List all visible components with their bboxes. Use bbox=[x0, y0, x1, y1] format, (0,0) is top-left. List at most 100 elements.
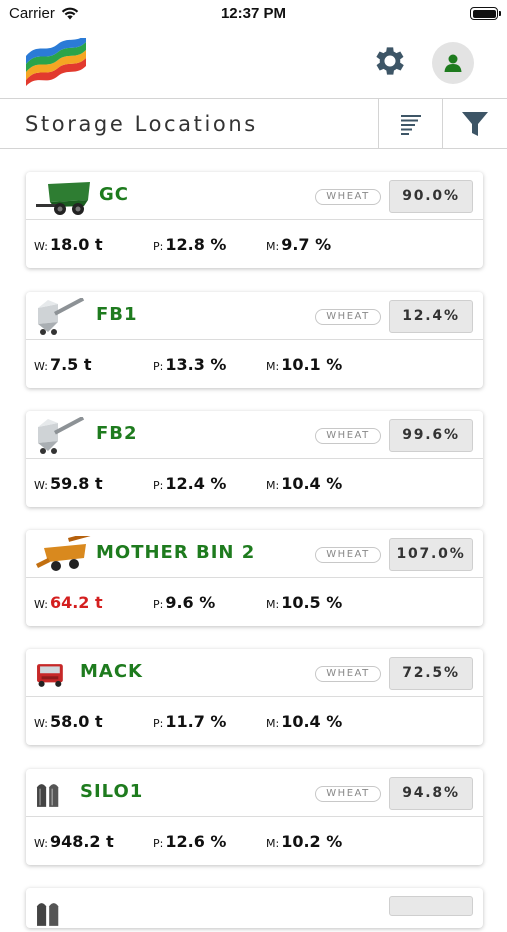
protein-value: 11.7 % bbox=[165, 712, 227, 731]
protein-label: P: bbox=[153, 717, 164, 730]
moisture-label: M: bbox=[266, 837, 280, 850]
protein-metric: P: 13.3 % bbox=[153, 355, 226, 374]
weight-metric: W: 18.0 t bbox=[34, 235, 103, 254]
status-time: 12:37 PM bbox=[220, 5, 287, 22]
protein-metric: P: 11.7 % bbox=[153, 712, 226, 731]
filter-button[interactable] bbox=[442, 99, 506, 148]
weight-value: 18.0 t bbox=[49, 235, 103, 254]
moisture-value: 10.1 % bbox=[281, 355, 343, 374]
storage-card[interactable]: MOTHER BIN 2 WHEAT 107.0% W: 64.2 t P: 9.6… bbox=[26, 530, 483, 626]
storage-card[interactable]: SILO1 WHEAT 94.8% W: 948.2 t P: 12.6 % M: 1… bbox=[26, 769, 483, 865]
page-title: Storage Locations bbox=[25, 112, 258, 136]
app-logo bbox=[26, 38, 86, 86]
storage-card[interactable] bbox=[26, 888, 483, 928]
weight-label: W: bbox=[34, 240, 48, 253]
location-name: GC bbox=[99, 184, 129, 205]
weight-metric: W: 7.5 t bbox=[34, 355, 92, 374]
fill-percent: 107.0% bbox=[389, 538, 473, 571]
card-header: MACK WHEAT 72.5% bbox=[26, 649, 483, 697]
moisture-metric: M: 10.5 % bbox=[266, 593, 342, 612]
crop-badge: WHEAT bbox=[315, 666, 381, 682]
field-bin-icon bbox=[38, 417, 85, 454]
moisture-label: M: bbox=[266, 717, 280, 730]
location-name: SILO1 bbox=[80, 781, 144, 802]
storage-card[interactable]: MACK WHEAT 72.5% W: 58.0 t P: 11.7 % M: 10.… bbox=[26, 649, 483, 745]
silo-icon bbox=[37, 784, 59, 807]
protein-value: 13.3 % bbox=[165, 355, 227, 374]
moisture-label: M: bbox=[266, 360, 280, 373]
protein-metric: P: 9.6 % bbox=[153, 593, 215, 612]
weight-value: 58.0 t bbox=[49, 712, 103, 731]
weight-label: W: bbox=[34, 360, 48, 373]
protein-label: P: bbox=[153, 598, 164, 611]
weight-value: 948.2 t bbox=[49, 832, 114, 851]
weight-metric: W: 64.2 t bbox=[34, 593, 103, 612]
crop-badge: WHEAT bbox=[315, 547, 381, 563]
moisture-value: 10.4 % bbox=[281, 474, 343, 493]
storage-card[interactable]: FB2 WHEAT 99.6% W: 59.8 t P: 12.4 % M: 10.4… bbox=[26, 411, 483, 507]
moisture-value: 10.2 % bbox=[281, 832, 343, 851]
card-header: SILO1 WHEAT 94.8% bbox=[26, 769, 483, 817]
moisture-metric: M: 10.4 % bbox=[266, 712, 342, 731]
crop-badge: WHEAT bbox=[315, 189, 381, 205]
crop-badge: WHEAT bbox=[315, 428, 381, 444]
profile-button[interactable] bbox=[432, 42, 474, 84]
fill-percent: 12.4% bbox=[389, 300, 473, 333]
weight-label: W: bbox=[34, 837, 48, 850]
protein-label: P: bbox=[153, 837, 164, 850]
card-header: FB1 WHEAT 12.4% bbox=[26, 292, 483, 340]
location-name: FB2 bbox=[96, 423, 138, 444]
weight-metric: W: 58.0 t bbox=[34, 712, 103, 731]
fill-percent: 90.0% bbox=[389, 180, 473, 213]
moisture-value: 10.4 % bbox=[281, 712, 343, 731]
weight-label: W: bbox=[34, 598, 48, 611]
location-name: MOTHER BIN 2 bbox=[96, 542, 256, 563]
filter-icon bbox=[461, 111, 488, 136]
battery-icon bbox=[470, 7, 501, 20]
moisture-metric: M: 10.2 % bbox=[266, 832, 342, 851]
moisture-label: M: bbox=[266, 598, 280, 611]
field-bin-icon bbox=[38, 298, 85, 335]
storage-card[interactable]: GC WHEAT 90.0% W: 18.0 t P: 12.8 % M: 9.7 % bbox=[26, 172, 483, 268]
truck-icon bbox=[37, 664, 63, 687]
sort-icon bbox=[400, 114, 421, 135]
app-header bbox=[0, 30, 507, 98]
crop-badge: WHEAT bbox=[315, 309, 381, 325]
weight-value: 64.2 t bbox=[49, 593, 103, 612]
fill-percent: 94.8% bbox=[389, 777, 473, 810]
card-header: FB2 WHEAT 99.6% bbox=[26, 411, 483, 459]
weight-label: W: bbox=[34, 479, 48, 492]
weight-label: W: bbox=[34, 717, 48, 730]
fill-percent: 72.5% bbox=[389, 657, 473, 690]
protein-metric: P: 12.8 % bbox=[153, 235, 226, 254]
fill-percent: 99.6% bbox=[389, 419, 473, 452]
title-bar: Storage Locations bbox=[0, 98, 507, 149]
weight-metric: W: 948.2 t bbox=[34, 832, 114, 851]
protein-value: 12.4 % bbox=[165, 474, 227, 493]
location-name: MACK bbox=[80, 661, 144, 682]
location-name: FB1 bbox=[96, 304, 138, 325]
status-bar: Carrier 12:37 PM bbox=[0, 0, 507, 30]
protein-value: 12.6 % bbox=[165, 832, 227, 851]
moisture-value: 9.7 % bbox=[281, 235, 332, 254]
protein-value: 9.6 % bbox=[165, 593, 216, 612]
moisture-value: 10.5 % bbox=[281, 593, 343, 612]
moisture-metric: M: 10.1 % bbox=[266, 355, 342, 374]
protein-label: P: bbox=[153, 240, 164, 253]
sort-button[interactable] bbox=[378, 99, 442, 148]
crop-badge: WHEAT bbox=[315, 786, 381, 802]
moisture-label: M: bbox=[266, 240, 280, 253]
mother-bin-icon bbox=[36, 536, 91, 571]
moisture-label: M: bbox=[266, 479, 280, 492]
grain-cart-icon bbox=[36, 182, 90, 215]
protein-label: P: bbox=[153, 479, 164, 492]
weight-value: 59.8 t bbox=[49, 474, 103, 493]
weight-value: 7.5 t bbox=[49, 355, 92, 374]
card-header: GC WHEAT 90.0% bbox=[26, 172, 483, 220]
moisture-metric: M: 10.4 % bbox=[266, 474, 342, 493]
protein-metric: P: 12.4 % bbox=[153, 474, 226, 493]
gear-icon[interactable] bbox=[371, 42, 409, 80]
weight-metric: W: 59.8 t bbox=[34, 474, 103, 493]
protein-label: P: bbox=[153, 360, 164, 373]
storage-card[interactable]: FB1 WHEAT 12.4% W: 7.5 t P: 13.3 % M: 10.1 … bbox=[26, 292, 483, 388]
